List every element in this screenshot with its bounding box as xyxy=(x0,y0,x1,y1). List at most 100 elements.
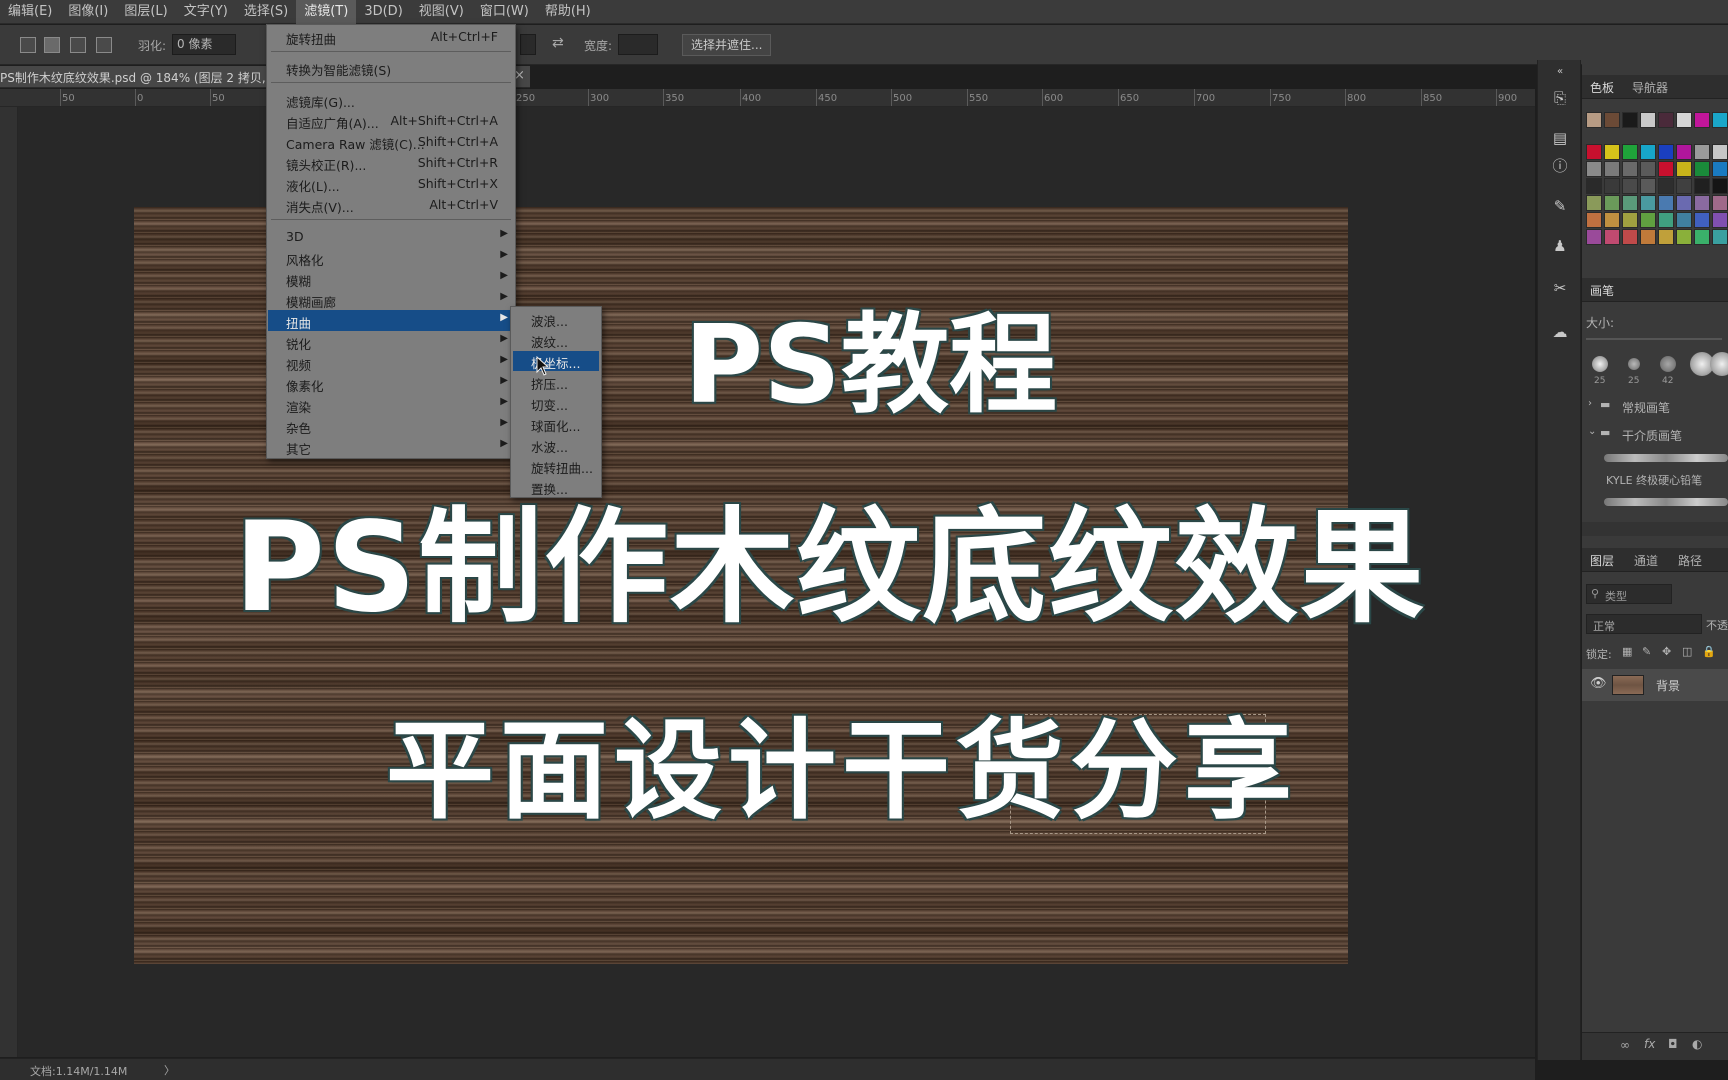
distort-item[interactable]: 置换... xyxy=(513,477,599,497)
color-swatch[interactable] xyxy=(1622,178,1638,194)
color-swatch[interactable] xyxy=(1694,161,1710,177)
feather-input[interactable]: 0 像素 xyxy=(172,34,236,55)
menu-item-filter[interactable]: 镜头校正(R)... Shift+Ctrl+R xyxy=(268,152,514,173)
clone-source-icon[interactable]: ♟ xyxy=(1550,236,1570,256)
layer-row-background[interactable]: 👁 背景 xyxy=(1582,669,1728,701)
chevron-down-icon[interactable]: ⌄ xyxy=(1588,426,1596,437)
fx-icon[interactable]: fx xyxy=(1644,1037,1655,1051)
color-swatch[interactable] xyxy=(1676,161,1692,177)
color-swatch[interactable] xyxy=(1694,212,1710,228)
menu-item[interactable]: 图像(I) xyxy=(60,0,116,24)
brush-preset-3[interactable] xyxy=(1660,356,1676,372)
menu-item-filter[interactable]: Camera Raw 滤镜(C)... Shift+Ctrl+A xyxy=(268,131,514,152)
color-swatch[interactable] xyxy=(1622,212,1638,228)
menu-item-filter[interactable]: 自适应广角(A)... Alt+Shift+Ctrl+A xyxy=(268,110,514,131)
color-swatch[interactable] xyxy=(1712,161,1728,177)
color-swatch[interactable] xyxy=(1586,112,1602,128)
brush-preset-name[interactable]: KYLE 终极硬心铅笔 xyxy=(1606,472,1702,488)
color-swatch[interactable] xyxy=(1586,212,1602,228)
color-swatch[interactable] xyxy=(1694,112,1710,128)
tab-layers[interactable]: 图层 xyxy=(1590,552,1614,569)
color-swatch[interactable] xyxy=(1676,229,1692,245)
lock-all-icon[interactable]: 🔒 xyxy=(1702,645,1716,658)
color-swatch[interactable] xyxy=(1658,212,1674,228)
color-swatch[interactable] xyxy=(1640,195,1656,211)
status-menu-arrow[interactable]: 〉 xyxy=(164,1062,175,1078)
menu-item-category[interactable]: 风格化 ▶ xyxy=(268,247,514,268)
select-and-mask-button[interactable]: 选择并遮住... xyxy=(682,34,772,56)
menu-item[interactable]: 视图(V) xyxy=(411,0,472,24)
color-swatch[interactable] xyxy=(1640,212,1656,228)
color-swatch[interactable] xyxy=(1712,112,1728,128)
color-swatch[interactable] xyxy=(1694,144,1710,160)
distort-item[interactable]: 波浪... xyxy=(513,309,599,329)
color-swatch[interactable] xyxy=(1676,212,1692,228)
mask-icon[interactable]: ◘ xyxy=(1668,1037,1678,1051)
color-swatch[interactable] xyxy=(1694,178,1710,194)
color-swatch[interactable] xyxy=(1604,195,1620,211)
brush-stroke-preview[interactable] xyxy=(1604,498,1728,506)
color-swatch[interactable] xyxy=(1712,229,1728,245)
distort-item[interactable]: 极坐标... xyxy=(513,351,599,371)
menu-item-filter[interactable]: 液化(L)... Shift+Ctrl+X xyxy=(268,173,514,194)
menu-item-category[interactable]: 其它 ▶ xyxy=(268,436,514,457)
distort-item[interactable]: 球面化... xyxy=(513,414,599,434)
menu-item-last-filter[interactable]: 旋转扭曲 Alt+Ctrl+F xyxy=(268,26,514,47)
tab-channels[interactable]: 通道 xyxy=(1634,552,1658,569)
color-swatch[interactable] xyxy=(1622,144,1638,160)
color-swatch[interactable] xyxy=(1658,195,1674,211)
brush-preset-2[interactable] xyxy=(1628,358,1640,370)
menu-item-category[interactable]: 渲染 ▶ xyxy=(268,394,514,415)
color-swatch[interactable] xyxy=(1658,229,1674,245)
color-swatch[interactable] xyxy=(1640,161,1656,177)
brush-group-dry-media[interactable]: 干介质画笔 xyxy=(1622,427,1682,444)
adjustment-icon[interactable]: ◐ xyxy=(1692,1037,1702,1051)
distort-item[interactable]: 水波... xyxy=(513,435,599,455)
color-swatch[interactable] xyxy=(1676,144,1692,160)
color-swatch[interactable] xyxy=(1622,229,1638,245)
menu-item-filter[interactable]: 消失点(V)... Alt+Ctrl+V xyxy=(268,194,514,215)
color-swatch[interactable] xyxy=(1604,178,1620,194)
menu-item-category[interactable]: 3D ▶ xyxy=(268,226,514,247)
color-swatch[interactable] xyxy=(1622,112,1638,128)
tab-swatches[interactable]: 色板 xyxy=(1590,79,1614,96)
lock-move-icon[interactable]: ✥ xyxy=(1662,645,1671,658)
color-swatch[interactable] xyxy=(1658,144,1674,160)
distort-item[interactable]: 波纹... xyxy=(513,330,599,350)
tab-paths[interactable]: 路径 xyxy=(1678,552,1702,569)
distort-item[interactable]: 切变... xyxy=(513,393,599,413)
menu-item-category[interactable]: 杂色 ▶ xyxy=(268,415,514,436)
color-swatch[interactable] xyxy=(1640,178,1656,194)
color-swatch[interactable] xyxy=(1676,195,1692,211)
menu-item[interactable]: 窗口(W) xyxy=(472,0,537,24)
brush-preset-5[interactable] xyxy=(1710,352,1728,376)
brush-group-general[interactable]: 常规画笔 xyxy=(1622,399,1670,416)
menu-item[interactable]: 编辑(E) xyxy=(0,0,60,24)
menu-item[interactable]: 图层(L) xyxy=(116,0,175,24)
add-selection-button[interactable] xyxy=(44,37,60,53)
swap-icon[interactable]: ⇄ xyxy=(552,35,564,51)
color-swatch[interactable] xyxy=(1586,229,1602,245)
new-selection-button[interactable] xyxy=(20,37,36,53)
menu-item-category[interactable]: 扭曲 ▶ xyxy=(268,310,514,331)
color-swatch[interactable] xyxy=(1604,112,1620,128)
lock-artboard-icon[interactable]: ◫ xyxy=(1682,645,1692,658)
info-icon[interactable]: ⓘ xyxy=(1550,156,1570,176)
menu-item[interactable]: 3D(D) xyxy=(356,0,410,24)
history-icon[interactable]: ⎘ xyxy=(1550,88,1570,108)
color-swatch[interactable] xyxy=(1586,144,1602,160)
blend-mode-select[interactable]: 正常 xyxy=(1586,614,1702,634)
tab-navigator[interactable]: 导航器 xyxy=(1632,79,1668,96)
color-swatch[interactable] xyxy=(1622,161,1638,177)
brush-settings-icon[interactable]: ✎ xyxy=(1550,196,1570,216)
brush-stroke-preview[interactable] xyxy=(1604,454,1728,462)
color-swatch[interactable] xyxy=(1658,161,1674,177)
color-swatch[interactable] xyxy=(1676,112,1692,128)
color-swatch[interactable] xyxy=(1604,144,1620,160)
menu-item-category[interactable]: 视频 ▶ xyxy=(268,352,514,373)
creative-cloud-icon[interactable]: ☁ xyxy=(1550,322,1570,342)
color-swatch[interactable] xyxy=(1604,161,1620,177)
brush-size-slider[interactable] xyxy=(1586,338,1722,340)
brush-preset-1[interactable] xyxy=(1592,356,1608,372)
distort-item[interactable]: 挤压... xyxy=(513,372,599,392)
